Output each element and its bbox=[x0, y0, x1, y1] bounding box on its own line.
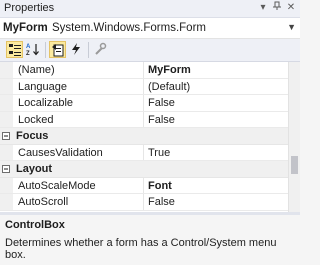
property-row-localizable[interactable]: Localizable False bbox=[0, 95, 288, 112]
alphabetical-icon: A Z bbox=[26, 44, 39, 56]
column-divider bbox=[143, 62, 144, 78]
property-name: AutoScaleMode bbox=[18, 179, 96, 192]
category-focus[interactable]: Focus bbox=[0, 128, 288, 145]
collapse-icon[interactable] bbox=[2, 132, 10, 140]
property-row-autoscalemode[interactable]: AutoScaleMode Font bbox=[0, 177, 288, 194]
property-row-causesvalidation[interactable]: CausesValidation True bbox=[0, 144, 288, 161]
properties-button[interactable] bbox=[49, 41, 66, 58]
property-value[interactable]: False bbox=[148, 114, 175, 126]
column-divider bbox=[143, 144, 144, 160]
property-grid: (Name) MyForm Language (Default) Localiz… bbox=[0, 62, 288, 212]
events-button[interactable] bbox=[68, 41, 85, 58]
property-value[interactable]: False bbox=[148, 196, 175, 208]
dropdown-arrow-icon[interactable]: ▾ bbox=[256, 1, 270, 15]
toolbar-separator bbox=[88, 42, 89, 58]
description-text: Determines whether a form has a Control/… bbox=[5, 237, 277, 261]
object-name: MyForm bbox=[3, 22, 48, 34]
property-row-language[interactable]: Language (Default) bbox=[0, 78, 288, 95]
property-value[interactable]: (Default) bbox=[148, 81, 190, 93]
object-selector[interactable]: MyForm System.Windows.Forms.Form ▼ bbox=[0, 18, 300, 39]
svg-text:A: A bbox=[26, 44, 31, 50]
property-row-name[interactable]: (Name) MyForm bbox=[0, 62, 288, 79]
categorized-icon bbox=[9, 44, 21, 56]
object-type: System.Windows.Forms.Form bbox=[52, 22, 206, 34]
categorized-button[interactable] bbox=[6, 41, 23, 58]
row-gutter bbox=[0, 177, 13, 193]
alphabetical-button[interactable]: A Z bbox=[25, 41, 42, 58]
vertical-scrollbar[interactable] bbox=[288, 62, 300, 212]
property-value[interactable]: True bbox=[148, 147, 170, 159]
window-title: Properties bbox=[4, 2, 55, 14]
property-name: AutoScroll bbox=[18, 196, 69, 208]
row-gutter bbox=[0, 111, 13, 127]
toolbar-separator bbox=[45, 42, 46, 58]
title-bar: Properties ▾ ✕ bbox=[0, 0, 300, 18]
property-name: CausesValidation bbox=[18, 146, 103, 159]
property-value[interactable]: Font bbox=[148, 180, 172, 192]
property-value[interactable]: False bbox=[148, 97, 175, 109]
column-divider bbox=[143, 95, 144, 111]
collapse-icon[interactable] bbox=[2, 165, 10, 173]
column-divider bbox=[143, 78, 144, 94]
category-layout[interactable]: Layout bbox=[0, 161, 288, 178]
property-value[interactable]: MyForm bbox=[148, 64, 191, 76]
property-name: Localizable bbox=[18, 97, 74, 109]
properties-icon bbox=[52, 44, 64, 57]
column-divider bbox=[143, 111, 144, 127]
description-title: ControlBox bbox=[5, 219, 65, 231]
property-row-autoscroll[interactable]: AutoScroll False bbox=[0, 194, 288, 211]
category-name: Layout bbox=[16, 163, 53, 175]
close-icon[interactable]: ✕ bbox=[284, 1, 298, 15]
pin-icon[interactable] bbox=[270, 1, 284, 15]
property-name: Language bbox=[18, 80, 67, 93]
property-name: Locked bbox=[18, 113, 54, 126]
row-gutter bbox=[0, 194, 13, 210]
property-toolbar: A Z bbox=[0, 39, 300, 62]
description-panel: ControlBox Determines whether a form has… bbox=[0, 215, 300, 265]
property-name: (Name) bbox=[18, 64, 55, 76]
row-gutter bbox=[0, 62, 13, 78]
scrollbar-thumb[interactable] bbox=[291, 156, 298, 174]
row-gutter bbox=[0, 78, 13, 94]
property-row-locked[interactable]: Locked False bbox=[0, 111, 288, 128]
column-divider bbox=[143, 177, 144, 193]
row-gutter bbox=[0, 95, 13, 111]
svg-text:Z: Z bbox=[26, 51, 30, 56]
property-pages-button[interactable] bbox=[92, 41, 109, 58]
column-divider bbox=[143, 194, 144, 210]
property-pages-icon bbox=[95, 42, 107, 55]
category-name: Focus bbox=[16, 130, 49, 142]
events-icon bbox=[72, 43, 80, 55]
row-gutter bbox=[0, 144, 13, 160]
chevron-down-icon[interactable]: ▼ bbox=[287, 22, 296, 32]
